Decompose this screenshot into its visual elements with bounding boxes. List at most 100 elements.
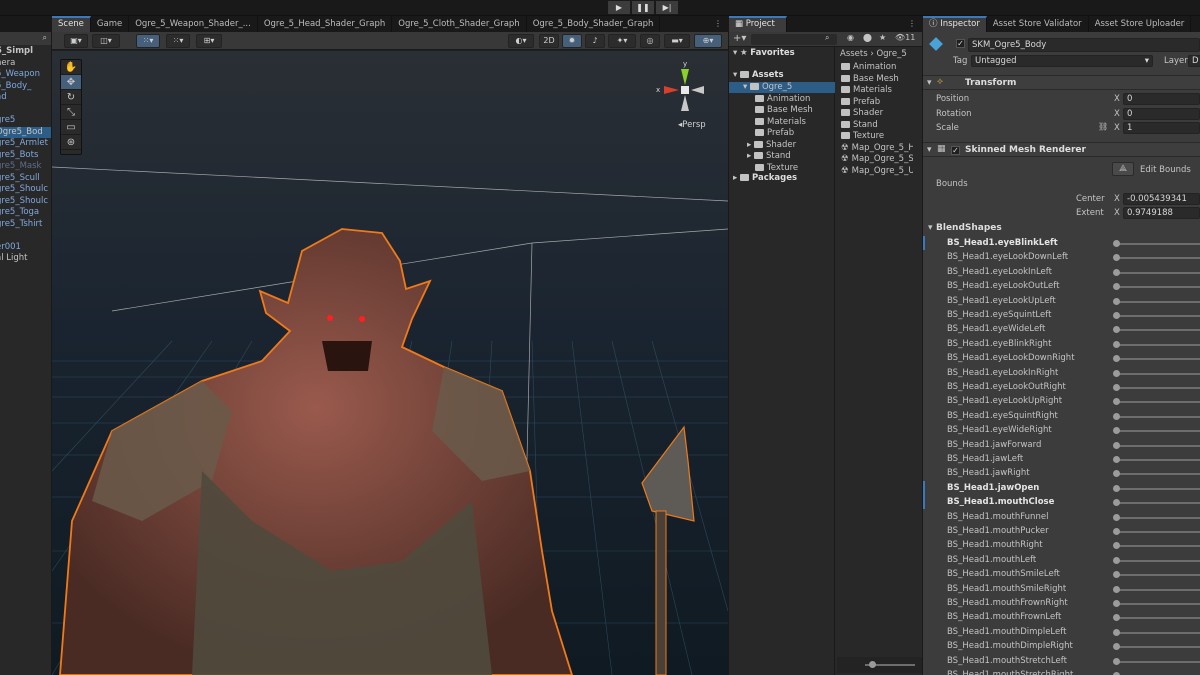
blendshapes-header[interactable]: ▾ BlendShapes (923, 222, 1200, 236)
hierarchy-item[interactable]: ad (0, 92, 51, 103)
slider-handle[interactable] (1113, 470, 1120, 478)
rect-tool-icon[interactable]: ▭ (61, 120, 81, 135)
hierarchy-item[interactable]: 5_Simpl (0, 46, 51, 57)
hierarchy-item[interactable]: gre5_Toga (0, 207, 51, 218)
blendshape-slider[interactable] (1116, 243, 1200, 245)
create-button[interactable]: +▾ (733, 33, 746, 44)
slider-handle[interactable] (1113, 283, 1120, 291)
slider-handle[interactable] (1113, 643, 1120, 651)
project-file-item[interactable]: ☢ Map_Ogre_5_U (841, 166, 913, 177)
blendshape-slider[interactable] (1116, 286, 1200, 289)
packages-item[interactable]: ▸ Packages (729, 173, 835, 184)
slider-handle[interactable] (1113, 384, 1120, 391)
filter-type-icon[interactable]: ◉ (847, 33, 854, 42)
rotation-x-field[interactable]: 0 (1123, 108, 1200, 120)
project-file-item[interactable]: ☢ Map_Ogre_5_H (841, 143, 913, 154)
transform-tool-icon[interactable]: ⊛ (61, 135, 81, 150)
effects-dropdown[interactable]: ✦▾ (608, 34, 636, 48)
slider-handle[interactable] (1113, 456, 1120, 463)
mode-2d-button[interactable]: 2D (539, 34, 559, 48)
blendshape-slider[interactable] (1116, 459, 1200, 461)
slider-handle[interactable] (1113, 657, 1120, 665)
hidden-count[interactable]: 👁11 (895, 33, 915, 42)
tab-asset-store-validator[interactable]: Asset Store Validator (987, 16, 1089, 32)
blendshape-slider[interactable] (1116, 487, 1200, 490)
tab-shader-graph[interactable]: Ogre_5_Body_Shader_Graph (527, 16, 661, 32)
blendshape-slider[interactable] (1116, 603, 1200, 605)
slider-handle[interactable] (1113, 556, 1120, 564)
project-file-item[interactable]: Base Mesh (841, 74, 913, 85)
project-file-item[interactable]: Texture (841, 131, 913, 142)
blendshape-slider[interactable] (1116, 473, 1200, 476)
search-icon[interactable]: ⌕ (43, 33, 47, 43)
tab-game[interactable]: Game (91, 16, 130, 32)
tab-asset-store-uploader[interactable]: Asset Store Uploader (1089, 16, 1192, 32)
blendshape-slider[interactable] (1116, 660, 1200, 663)
blendshape-slider[interactable] (1116, 329, 1200, 332)
slider-handle[interactable] (1113, 499, 1120, 507)
more-menu-icon[interactable]: ⋮ (714, 19, 722, 28)
edit-bounds-button[interactable]: ⟁ (1112, 162, 1134, 176)
play-button[interactable]: ▶ (608, 1, 630, 14)
slider-handle[interactable] (1113, 484, 1120, 492)
slider-handle[interactable] (1113, 542, 1120, 550)
slider-handle[interactable] (1113, 398, 1120, 406)
slider-handle[interactable] (1113, 513, 1120, 521)
slider-handle[interactable] (1113, 571, 1120, 579)
search-icon[interactable]: ⌕ (825, 33, 829, 43)
slider-handle[interactable] (1113, 585, 1120, 593)
render-mode-dropdown[interactable]: ◐▾ (508, 34, 534, 48)
slider-handle[interactable] (1113, 268, 1120, 276)
project-tree-item[interactable]: Prefab (729, 128, 835, 139)
camera-dropdown[interactable]: ▬▾ (664, 34, 690, 48)
blendshape-slider[interactable] (1116, 315, 1200, 317)
active-checkbox[interactable]: ✓ (956, 39, 965, 48)
blendshape-slider[interactable] (1116, 300, 1200, 303)
pause-button[interactable]: ❚❚ (632, 1, 654, 14)
hierarchy-item[interactable]: gre5_Shoulc (0, 184, 51, 195)
tag-dropdown[interactable]: Untagged ▾ (971, 55, 1153, 67)
tab-shader-graph[interactable]: Ogre_5_Weapon_Shader_... (129, 16, 258, 32)
hierarchy-item[interactable]: nera (0, 58, 51, 69)
extent-x-field[interactable]: 0.9749188 (1123, 207, 1200, 219)
slider-handle[interactable] (1113, 355, 1120, 363)
project-tree-item[interactable]: Base Mesh (729, 105, 835, 116)
project-tree-item[interactable]: Animation (729, 94, 835, 105)
hierarchy-item[interactable]: er001 (0, 242, 51, 253)
blendshape-slider[interactable] (1116, 502, 1200, 505)
project-file-item[interactable]: Prefab (841, 97, 913, 108)
slider-handle[interactable] (1113, 614, 1120, 622)
perspective-label[interactable]: ◂Persp (678, 120, 706, 130)
blendshape-slider[interactable] (1116, 646, 1200, 649)
hierarchy-item[interactable]: gre5 (0, 115, 51, 126)
blendshape-slider[interactable] (1116, 516, 1200, 519)
slider-handle[interactable] (1113, 312, 1120, 319)
hierarchy-item[interactable]: gre5_Bots (0, 150, 51, 161)
slider-handle[interactable] (1113, 528, 1120, 535)
transform-header[interactable]: ▾ ⟡ Transform (923, 75, 1200, 90)
hierarchy-item[interactable]: 5_Weapon (0, 69, 51, 80)
renderer-enabled-checkbox[interactable]: ✓ (951, 146, 960, 155)
center-x-field[interactable]: -0.005439341 (1123, 193, 1200, 205)
slider-handle[interactable] (1113, 340, 1120, 348)
grid-snap-button[interactable]: ⁙▾ (136, 34, 160, 48)
slider-handle[interactable] (1113, 441, 1120, 449)
blendshape-slider[interactable] (1116, 444, 1200, 447)
slider-handle[interactable] (1113, 600, 1120, 607)
audio-toggle[interactable]: ♪ (585, 34, 605, 48)
blendshape-slider[interactable] (1116, 401, 1200, 404)
hierarchy-item[interactable]: Ogre5_Bod (0, 126, 51, 138)
zoom-slider[interactable] (837, 657, 922, 673)
hierarchy-item[interactable] (0, 104, 51, 115)
slider-handle[interactable] (1113, 369, 1120, 377)
breadcrumb[interactable]: Assets › Ogre_5 (840, 49, 907, 59)
grid-dropdown[interactable]: ⊞▾ (196, 34, 222, 48)
project-tree-item[interactable]: ▸ Stand (729, 151, 835, 162)
project-file-item[interactable]: ☢ Map_Ogre_5_S (841, 154, 913, 165)
slider-handle[interactable] (1113, 254, 1120, 262)
blendshape-slider[interactable] (1116, 257, 1200, 260)
gizmos-dropdown[interactable]: ⊕▾ (694, 34, 722, 48)
scale-tool-icon[interactable]: ⤡ (61, 105, 81, 120)
hand-tool-icon[interactable]: ✋ (61, 60, 81, 75)
project-tree-item[interactable]: Materials (729, 117, 835, 128)
